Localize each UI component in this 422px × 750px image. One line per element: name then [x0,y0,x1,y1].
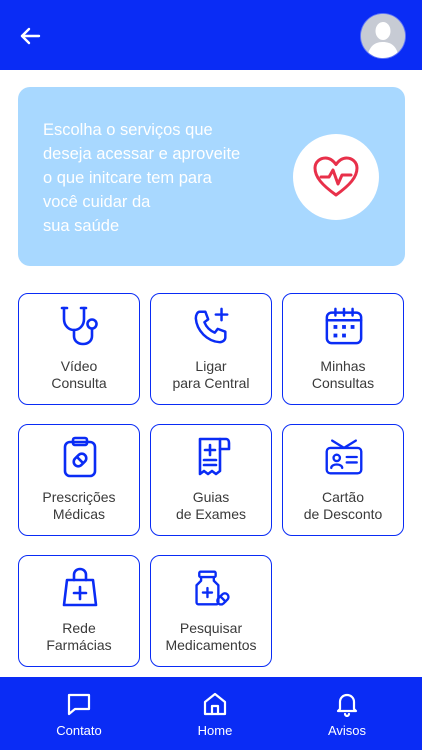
cartao-desconto-card[interactable]: Cartão de Desconto [282,424,404,536]
card-label: Ligar para Central [172,358,250,391]
id-card-icon [325,439,363,475]
heart-badge [293,134,379,220]
home-icon [203,692,227,716]
card-label: Guias de Exames [175,489,247,522]
chat-icon [67,693,91,716]
calendar-icon [325,307,363,345]
shopping-bag-plus-icon [62,567,98,607]
nav-contato[interactable]: Contato [24,677,134,750]
video-consulta-card[interactable]: Vídeo Consulta [18,293,140,405]
nav-avisos[interactable]: Avisos [292,677,402,750]
nav-home[interactable]: Home [160,677,270,750]
heart-pulse-icon [313,156,359,197]
card-label: Minhas Consultas [311,358,375,391]
nav-label: Contato [56,723,102,738]
top-bar [0,0,422,70]
nav-label: Avisos [327,723,367,738]
arrow-left-icon [20,27,41,45]
stethoscope-icon [60,306,98,346]
user-avatar[interactable] [361,14,405,58]
nav-label: Home [197,723,233,738]
card-label: Rede Farmácias [46,620,112,653]
minhas-consultas-card[interactable]: Minhas Consultas [282,293,404,405]
bottom-nav: Contato Home Avisos [0,677,422,750]
card-label: Pesquisar Medicamentos [165,620,257,653]
card-label: Vídeo Consulta [51,358,107,391]
welcome-banner: Escolha o serviços que deseja acessar e … [18,87,405,266]
prescricoes-medicas-card[interactable]: Prescrições Médicas [18,424,140,536]
receipt-icon [198,437,231,476]
medicine-bottle-icon [195,570,230,606]
ligar-central-card[interactable]: Ligar para Central [150,293,272,405]
pesquisar-medicamentos-card[interactable]: Pesquisar Medicamentos [150,555,272,667]
rede-farmacias-card[interactable]: Rede Farmácias [18,555,140,667]
banner-text: Escolha o serviços que deseja acessar e … [43,121,241,235]
guias-exames-card[interactable]: Guias de Exames [150,424,272,536]
card-label: Prescrições Médicas [42,489,116,522]
clipboard-pill-icon [63,436,97,478]
back-button[interactable] [16,22,44,50]
bell-icon [336,693,358,717]
phone-plus-icon [194,307,229,344]
card-label: Cartão de Desconto [303,489,383,522]
user-avatar-icon [361,14,405,58]
